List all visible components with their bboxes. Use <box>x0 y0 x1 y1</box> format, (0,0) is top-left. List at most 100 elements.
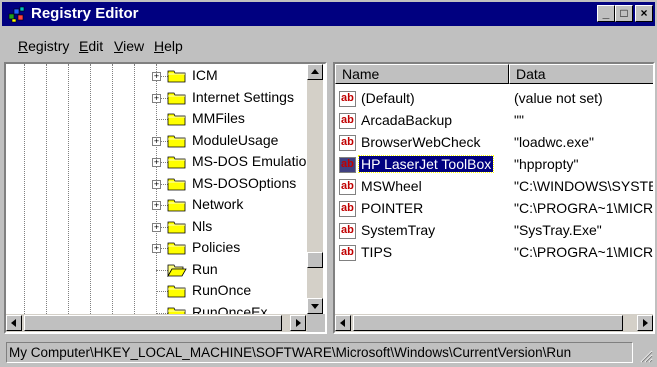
folder-icon <box>167 156 186 169</box>
status-bar: My Computer\HKEY_LOCAL_MACHINE\SOFTWARE\… <box>2 340 655 365</box>
value-row[interactable]: ab SystemTray "SysTray.Exe" <box>337 221 653 243</box>
value-name: SystemTray <box>361 222 436 238</box>
menu-registry-rest: egistry <box>28 38 70 54</box>
menu-registry-accel: R <box>18 38 29 54</box>
menu-view-rest: iew <box>123 38 145 54</box>
value-row[interactable]: ab HP LaserJet ToolBox "hppropty" <box>337 155 653 177</box>
expand-icon[interactable]: + <box>152 93 161 103</box>
string-value-icon-text: ab <box>341 246 354 258</box>
tree-item[interactable]: + Nls <box>6 217 306 237</box>
value-row[interactable]: ab MSWheel "C:\WINDOWS\SYSTEM <box>337 177 653 199</box>
value-data: "" <box>514 112 524 128</box>
tree-item[interactable]: + Internet Settings <box>6 88 306 108</box>
tree-item[interactable]: RunOnce <box>6 281 306 301</box>
window-title: Registry Editor <box>31 5 139 22</box>
tree-item-label: Run <box>192 260 218 277</box>
values-horizontal-scrollbar[interactable] <box>335 314 653 332</box>
string-value-icon: ab <box>339 245 356 261</box>
value-name: POINTER <box>361 200 424 216</box>
menu-view-accel: V <box>114 38 124 54</box>
menu-help-accel: H <box>154 38 165 54</box>
menu-edit[interactable]: Edit <box>79 38 103 54</box>
tree-item[interactable]: + Network <box>6 195 306 215</box>
folder-icon <box>167 92 186 104</box>
menu-bar: Registry Edit View Help <box>2 27 655 55</box>
value-data: (value not set) <box>514 90 603 106</box>
values-hscroll-thumb[interactable] <box>353 315 623 331</box>
folder-icon <box>167 242 186 255</box>
string-value-icon-text: ab <box>341 202 354 214</box>
value-data: "C:\PROGRA~1\MICRO <box>514 244 655 260</box>
value-name: HP LaserJet ToolBox <box>357 155 495 173</box>
tree-item-label: MS-DOS Emulation <box>192 153 315 169</box>
values-pane: Name Data ab (Default) (value not set) ab Ar… <box>333 62 655 334</box>
expand-icon[interactable]: + <box>152 158 161 167</box>
column-header-data[interactable]: Data <box>509 64 653 84</box>
registry-editor-app-icon <box>8 6 25 23</box>
values-scroll-left-button[interactable] <box>335 315 351 331</box>
tree-vscroll-thumb[interactable] <box>307 252 323 268</box>
value-data: "hppropty" <box>514 156 579 172</box>
scroll-left-button[interactable] <box>6 315 22 331</box>
tree-item-label: Network <box>192 196 244 212</box>
value-row[interactable]: ab ArcadaBackup "" <box>337 111 653 133</box>
expand-icon[interactable]: + <box>152 201 161 210</box>
expand-icon[interactable]: + <box>152 72 161 81</box>
current-key-path: My Computer\HKEY_LOCAL_MACHINE\SOFTWARE\… <box>6 342 633 363</box>
minimize-button[interactable]: _ <box>597 5 615 22</box>
folder-icon <box>167 178 186 190</box>
expand-icon[interactable]: + <box>152 179 161 189</box>
tree-item-label: RunOnce <box>192 282 252 298</box>
tree-item-label: Internet Settings <box>192 88 294 105</box>
tree-item-label: MMFiles <box>192 110 245 126</box>
value-data: "loadwc.exe" <box>514 134 594 150</box>
value-name: BrowserWebCheck <box>361 134 481 150</box>
value-data: "SysTray.Exe" <box>514 222 602 238</box>
value-row[interactable]: ab (Default) (value not set) <box>337 89 653 111</box>
tree-item[interactable]: + MS-DOS Emulation <box>6 152 314 172</box>
menu-help-rest: elp <box>164 38 183 54</box>
scroll-up-button[interactable] <box>307 64 323 80</box>
tree-item-label: ModuleUsage <box>192 131 279 148</box>
expand-icon[interactable]: + <box>152 136 161 146</box>
resize-grip-icon[interactable] <box>639 349 653 363</box>
tree-item[interactable]: MMFiles <box>6 109 306 129</box>
arrow-right-icon <box>643 319 648 327</box>
tree-horizontal-scrollbar[interactable] <box>6 314 307 332</box>
tree-item[interactable]: + Policies <box>6 238 306 258</box>
folder-icon <box>167 221 186 233</box>
tree-item-label: Policies <box>192 239 241 255</box>
value-data: "C:\PROGRA~1\MICRO <box>514 200 655 216</box>
maximize-button[interactable]: □ <box>615 5 633 22</box>
title-bar[interactable]: Registry Editor _ □ × <box>2 2 655 26</box>
menu-registry[interactable]: Registry <box>18 38 69 54</box>
value-data: "C:\WINDOWS\SYSTEM <box>514 178 655 194</box>
value-row[interactable]: ab TIPS "C:\PROGRA~1\MICRO <box>337 243 653 265</box>
string-value-icon-text: ab <box>341 158 354 170</box>
tree-vertical-scrollbar[interactable] <box>307 64 323 314</box>
close-button[interactable]: × <box>635 5 653 22</box>
folder-icon <box>167 70 186 83</box>
menu-help[interactable]: Help <box>154 38 183 54</box>
arrow-right-icon <box>296 319 301 327</box>
key-tree-pane: + ICM + Internet Settings MMFiles + ModuleUsag… <box>4 62 327 334</box>
tree-item[interactable]: + ICM <box>6 66 306 86</box>
menu-view[interactable]: View <box>114 38 144 54</box>
tree-item[interactable]: + ModuleUsage <box>6 131 306 151</box>
menu-edit-accel: E <box>79 38 89 54</box>
folder-icon <box>167 285 186 298</box>
scroll-down-button[interactable] <box>307 298 323 314</box>
tree-item[interactable]: Run <box>6 260 306 280</box>
string-value-icon-text: ab <box>341 136 354 148</box>
tree-item-label: MS-DOSOptions <box>192 174 297 191</box>
arrow-down-icon <box>311 304 319 309</box>
expand-icon[interactable]: + <box>152 244 161 253</box>
tree-item[interactable]: + MS-DOSOptions <box>6 174 306 194</box>
tree-hscroll-thumb[interactable] <box>24 315 282 331</box>
expand-icon[interactable]: + <box>152 222 161 232</box>
value-row[interactable]: ab BrowserWebCheck "loadwc.exe" <box>337 133 653 155</box>
scroll-right-button[interactable] <box>290 315 306 331</box>
values-scroll-right-button[interactable] <box>637 315 653 331</box>
column-header-name[interactable]: Name <box>335 64 509 84</box>
value-row[interactable]: ab POINTER "C:\PROGRA~1\MICRO <box>337 199 653 221</box>
